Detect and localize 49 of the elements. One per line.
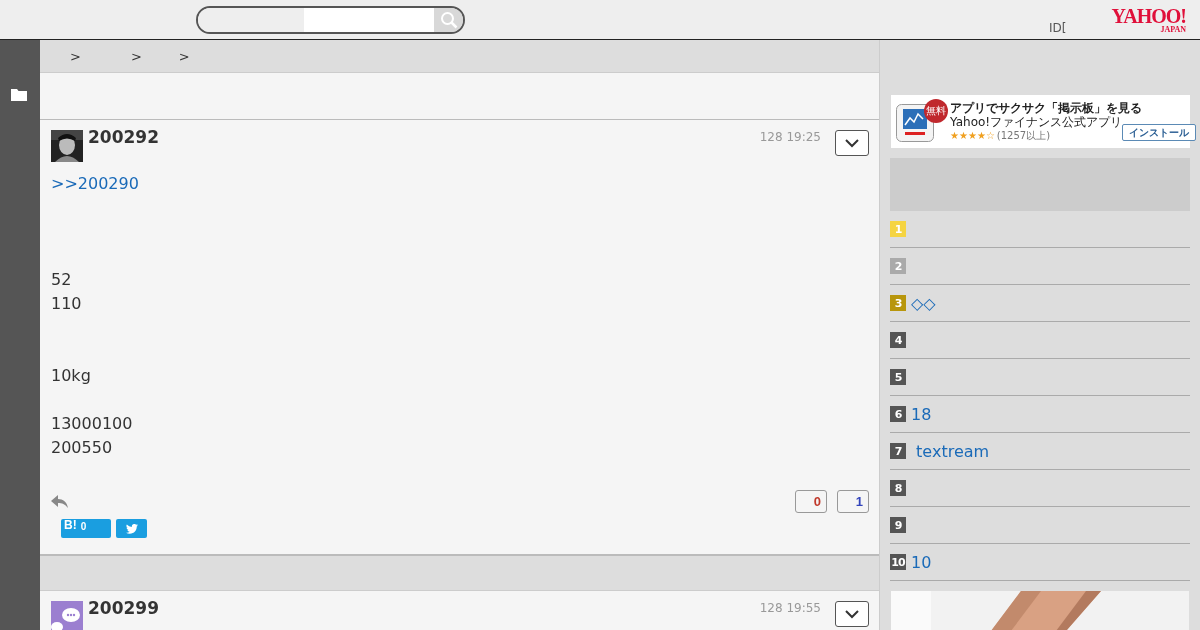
dislike-button[interactable]: 1 [837, 490, 869, 513]
twitter-button[interactable] [116, 519, 147, 538]
search-field[interactable] [196, 5, 465, 34]
post-time: 128 19:55 [759, 601, 821, 615]
post-time: 128 19:25 [759, 130, 821, 144]
post-menu-button[interactable] [835, 130, 869, 156]
post-text: 110 [51, 293, 83, 315]
rank-badge: 4 [890, 332, 906, 348]
post-text: 200550 [51, 437, 114, 459]
star-rating: ★★★★☆ [950, 130, 995, 142]
post-number: 200292 [88, 127, 159, 147]
reply-link[interactable]: >>200290 [51, 172, 869, 196]
post-number: 200299 [88, 598, 159, 618]
post-text: 52 [51, 269, 73, 291]
rank-badge: 1 [890, 221, 906, 237]
breadcrumb-separator: > [130, 48, 142, 64]
free-badge: 無料 [924, 98, 948, 123]
rank-badge: 2 [890, 258, 906, 274]
bird-icon [125, 523, 138, 534]
post-menu-button[interactable] [835, 601, 869, 627]
rank-badge: 10 [890, 554, 906, 570]
folder-icon[interactable] [11, 88, 27, 101]
ad-subtitle: Yahoo!ファイナンス公式アプリ [950, 115, 1123, 130]
rank-badge: 7 [890, 443, 906, 459]
breadcrumb-separator: > [70, 48, 81, 64]
rank-badge: 5 [890, 369, 906, 385]
ranking-link[interactable]: 18 [911, 404, 932, 424]
chevron-down-icon [845, 138, 859, 148]
like-button[interactable]: 0 [795, 490, 827, 513]
post-text: 10kg [51, 365, 92, 387]
ranking-link[interactable]: textream [911, 441, 990, 461]
rank-badge: 9 [890, 517, 906, 533]
search-icon [439, 10, 458, 29]
install-button[interactable]: インストール [1122, 124, 1197, 142]
login-link[interactable]: ID[ [1049, 20, 1067, 35]
breadcrumb-separator: > [178, 48, 190, 64]
ranking-link[interactable]: ◇◇ [911, 293, 936, 313]
reply-icon[interactable] [51, 494, 68, 509]
review-count: (1257以上) [996, 130, 1051, 142]
post-text: 13000100 [51, 413, 134, 435]
chevron-down-icon [845, 609, 859, 619]
search-button[interactable] [434, 7, 463, 32]
ranking-link[interactable]: 10 [911, 552, 932, 572]
logo[interactable]: YAHOO! JAPAN [1111, 5, 1186, 34]
ad-title: アプリでサクサク「掲示板」を見る [950, 101, 1143, 116]
hatena-bookmark-button[interactable]: B! 0 [61, 519, 111, 538]
rank-badge: 6 [890, 406, 906, 422]
rank-badge: 3 [890, 295, 906, 311]
rank-badge: 8 [890, 480, 906, 496]
